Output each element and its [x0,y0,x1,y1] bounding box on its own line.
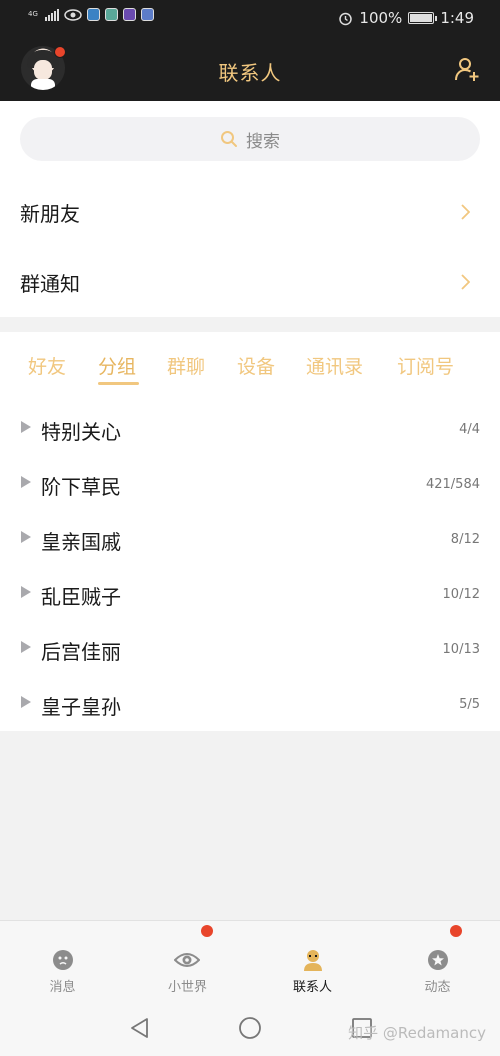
app-icon-2 [105,8,118,21]
contacts-panel: 好友 分组 群聊 设备 通讯录 订阅号 特别关心 4/4 阶下草民 421/58… [0,332,500,731]
nav-messages[interactable]: 消息 [0,921,125,1001]
group-row[interactable]: 后宫佳丽 10/13 [0,622,500,677]
group-row[interactable]: 阶下草民 421/584 [0,457,500,512]
tab-groups[interactable]: 分组 [98,352,136,379]
search-bar[interactable]: 搜索 [20,117,480,161]
app-icon-4 [141,8,154,21]
tab-devices[interactable]: 设备 [237,352,275,379]
add-friend-icon[interactable] [454,56,480,82]
app-icon-1 [87,8,100,21]
search-placeholder: 搜索 [246,131,280,152]
expand-arrow-icon [21,641,31,653]
expand-arrow-icon [21,476,31,488]
group-name: 后宫佳丽 [41,640,121,664]
tab-active-indicator [98,382,139,385]
battery-icon [408,12,438,24]
expand-arrow-icon [21,421,31,433]
system-nav-bar: 知乎 @Redamancy [0,1000,500,1056]
expand-arrow-icon [21,531,31,543]
chevron-right-icon [461,204,470,220]
group-notice-row[interactable]: 群通知 [0,247,500,317]
status-right: 100% 1:49 [338,9,474,27]
tab-friends[interactable]: 好友 [28,352,66,379]
group-row[interactable]: 特别关心 4/4 [0,402,500,457]
chevron-right-icon [461,274,470,290]
status-left: 4G [28,8,154,21]
group-count: 4/4 [459,422,480,437]
group-row[interactable]: 皇亲国戚 8/12 [0,512,500,567]
nav-moments[interactable]: 动态 [375,921,500,1001]
app-header: 联系人 [0,38,500,101]
tab-group-chats[interactable]: 群聊 [167,352,205,379]
nav-label: 联系人 [292,980,332,995]
new-friends-label: 新朋友 [20,201,80,226]
search-icon [221,131,237,147]
contacts-icon [304,950,322,971]
nav-label: 动态 [424,980,451,995]
page-title: 联系人 [218,61,282,85]
app-icon-3 [123,8,136,21]
expand-arrow-icon [21,586,31,598]
group-count: 10/13 [442,642,480,657]
group-notice-label: 群通知 [20,271,80,296]
group-name: 皇子皇孙 [41,695,121,719]
back-icon[interactable] [128,1016,152,1040]
group-count: 10/12 [442,587,480,602]
home-icon[interactable] [238,1016,262,1040]
nav-label: 消息 [49,980,76,995]
message-icon [53,950,73,970]
status-bar: 4G 100% 1:49 [0,0,500,38]
moments-icon [428,950,448,970]
nav-label: 小世界 [167,980,207,995]
battery-percent: 100% [359,9,403,27]
tab-address-book[interactable]: 通讯录 [306,352,363,379]
group-name: 特别关心 [41,420,121,444]
nav-contacts[interactable]: 联系人 [250,921,375,1001]
expand-arrow-icon [21,696,31,708]
new-friends-row[interactable]: 新朋友 [0,177,500,247]
eye-icon [64,8,82,21]
clock: 1:49 [440,9,474,27]
group-count: 8/12 [450,532,480,547]
group-name: 乱臣贼子 [41,585,121,609]
alarm-icon [339,12,353,25]
bottom-nav: 消息 小世界 联系人 动态 [0,920,500,1000]
network-type: 4G [28,10,38,18]
signal-icon [45,8,59,21]
group-name: 阶下草民 [41,475,121,499]
nav-badge [450,925,462,937]
group-row[interactable]: 乱臣贼子 10/12 [0,567,500,622]
nav-badge [201,925,213,937]
group-name: 皇亲国戚 [41,530,121,554]
contact-tabs: 好友 分组 群聊 设备 通讯录 订阅号 [0,352,500,388]
tab-subscriptions[interactable]: 订阅号 [397,352,454,379]
small-world-icon [174,953,200,967]
group-row[interactable]: 皇子皇孙 5/5 [0,677,500,732]
group-count: 421/584 [425,477,480,492]
group-count: 5/5 [459,697,480,712]
nav-small-world[interactable]: 小世界 [125,921,250,1001]
watermark: 知乎 @Redamancy [348,1024,486,1042]
top-panel: 搜索 新朋友 群通知 [0,101,500,317]
